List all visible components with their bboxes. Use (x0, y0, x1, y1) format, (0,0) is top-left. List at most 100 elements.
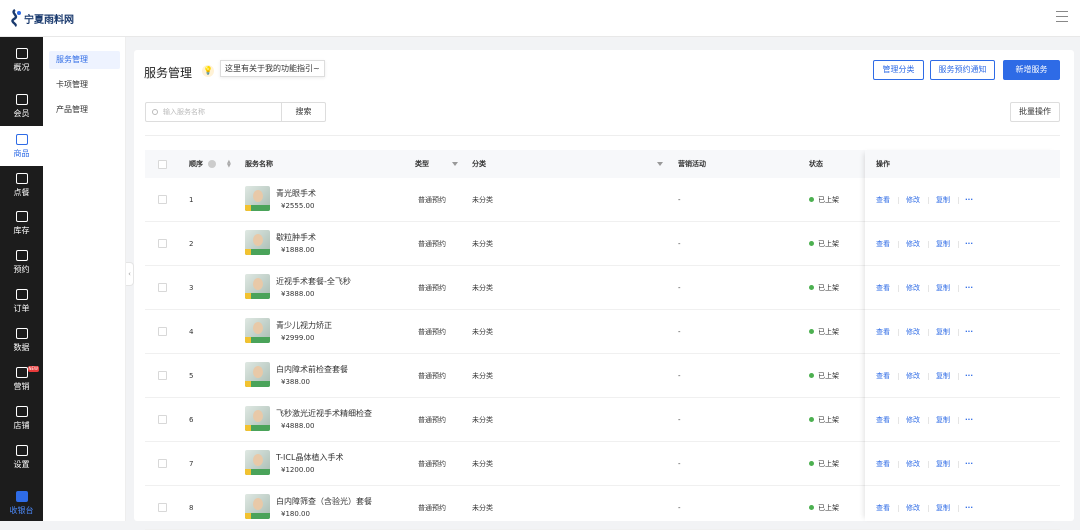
nav-item-1[interactable]: 会员 (0, 86, 43, 126)
nav-item-9[interactable]: 店铺 (0, 398, 43, 438)
subnav-service-management[interactable]: 服务管理 (49, 51, 120, 69)
row-checkbox[interactable] (158, 195, 167, 204)
subnav-card-management[interactable]: 卡项管理 (49, 76, 120, 94)
service-thumbnail[interactable] (245, 274, 270, 299)
cashier-nav-item[interactable]: 收银台 (0, 485, 43, 521)
search-input[interactable]: 输入服务名称 (145, 102, 282, 122)
status-dot-icon (809, 241, 814, 246)
service-thumbnail[interactable] (245, 450, 270, 475)
status-dot-icon (809, 197, 814, 202)
batch-operation-button[interactable]: 批量操作 (1010, 102, 1060, 122)
row-order: 1 (189, 196, 194, 204)
status-text: 已上架 (818, 372, 839, 380)
guide-tip[interactable]: 这里有关于我的功能指引~ (220, 60, 325, 77)
chart-icon (15, 327, 28, 339)
sub-navigation: 服务管理 卡项管理 产品管理 (43, 37, 126, 521)
status-text: 已上架 (818, 460, 839, 468)
nav-item-3[interactable]: 点餐 (0, 165, 43, 205)
nav-item-7[interactable]: 数据 (0, 320, 43, 360)
row-order: 6 (189, 416, 194, 424)
new-badge: NEW (27, 366, 39, 372)
nav-item-8[interactable]: 营销 NEW (0, 359, 43, 399)
column-marketing: 营销活动 (678, 160, 706, 168)
collapse-sidebar-icon[interactable]: ‹ (126, 262, 134, 286)
booking-notice-button[interactable]: 服务预约通知 (930, 60, 995, 80)
add-service-button[interactable]: 新增服务 (1003, 60, 1060, 80)
row-checkbox[interactable] (158, 239, 167, 248)
hamburger-menu-icon[interactable] (1056, 11, 1068, 22)
service-thumbnail[interactable] (245, 406, 270, 431)
shop-icon (15, 133, 28, 145)
service-category: 未分类 (472, 196, 493, 204)
nav-item-2[interactable]: 商品 (0, 126, 43, 166)
service-type: 普通预约 (418, 328, 446, 336)
status-text: 已上架 (818, 504, 839, 512)
status-dot-icon (809, 285, 814, 290)
row-order: 8 (189, 504, 194, 512)
service-category: 未分类 (472, 372, 493, 380)
service-type: 普通预约 (418, 504, 446, 512)
nav-item-10[interactable]: 设置 (0, 437, 43, 477)
help-icon[interactable] (208, 160, 216, 168)
row-checkbox[interactable] (158, 459, 167, 468)
row-checkbox[interactable] (158, 503, 167, 512)
service-type: 普通预约 (418, 372, 446, 380)
row-order: 7 (189, 460, 194, 468)
nav-item-0[interactable]: 概况 (0, 40, 43, 80)
status-text: 已上架 (818, 328, 839, 336)
nav-item-label: 商品 (13, 148, 30, 158)
status-text: 已上架 (818, 240, 839, 248)
select-all-checkbox[interactable] (158, 160, 167, 169)
search-button[interactable]: 搜索 (281, 102, 326, 122)
top-bar: 宁夏雨料网 (0, 0, 1080, 37)
service-price: ¥1888.00 (281, 246, 315, 254)
service-thumbnail[interactable] (245, 230, 270, 255)
nav-item-label: 设置 (13, 459, 30, 469)
nav-item-label: 点餐 (13, 187, 30, 197)
search-placeholder: 输入服务名称 (163, 108, 205, 116)
crown-icon (15, 93, 28, 105)
lightbulb-icon[interactable]: 💡 (202, 65, 214, 77)
row-checkbox[interactable] (158, 327, 167, 336)
service-category: 未分类 (472, 416, 493, 424)
manage-category-button[interactable]: 管理分类 (873, 60, 924, 80)
sort-icon[interactable]: ▲ ▼ (227, 160, 231, 169)
nav-item-label: 预约 (13, 264, 30, 274)
service-name: 青光眼手术 (276, 189, 316, 198)
nav-item-6[interactable]: 订单 (0, 281, 43, 321)
service-thumbnail[interactable] (245, 494, 270, 519)
service-category: 未分类 (472, 504, 493, 512)
cashier-icon (15, 490, 28, 502)
status-text: 已上架 (818, 196, 839, 204)
service-thumbnail[interactable] (245, 186, 270, 211)
marketing-activity: - (678, 372, 681, 380)
row-checkbox[interactable] (158, 283, 167, 292)
service-thumbnail[interactable] (245, 318, 270, 343)
service-category: 未分类 (472, 240, 493, 248)
nav-item-label: 订单 (13, 303, 30, 313)
status-dot-icon (809, 461, 814, 466)
nav-item-5[interactable]: 预约 (0, 242, 43, 282)
marketing-activity: - (678, 284, 681, 292)
service-name: 白内障术前检查套餐 (276, 365, 348, 374)
row-checkbox[interactable] (158, 371, 167, 380)
marketing-activity: - (678, 460, 681, 468)
service-category: 未分类 (472, 328, 493, 336)
category-filter-icon[interactable] (657, 162, 663, 166)
search-icon (152, 109, 158, 115)
nav-item-4[interactable]: 库存 (0, 203, 43, 243)
service-price: ¥2555.00 (281, 202, 315, 210)
service-name: 近视手术套餐-全飞秒 (276, 277, 351, 286)
service-name: 白内障筛查（含验光）套餐 (276, 497, 372, 506)
service-price: ¥1200.00 (281, 466, 315, 474)
brand-logo[interactable]: 宁夏雨料网 (8, 8, 74, 28)
subnav-product-management[interactable]: 产品管理 (49, 101, 120, 119)
row-checkbox[interactable] (158, 415, 167, 424)
column-status: 状态 (809, 160, 823, 168)
service-thumbnail[interactable] (245, 362, 270, 387)
gear-icon (15, 444, 28, 456)
column-type: 类型 (415, 160, 429, 168)
service-name: T-ICL晶体植入手术 (276, 453, 344, 462)
nav-item-label: 概况 (13, 62, 30, 72)
type-filter-icon[interactable] (452, 162, 458, 166)
